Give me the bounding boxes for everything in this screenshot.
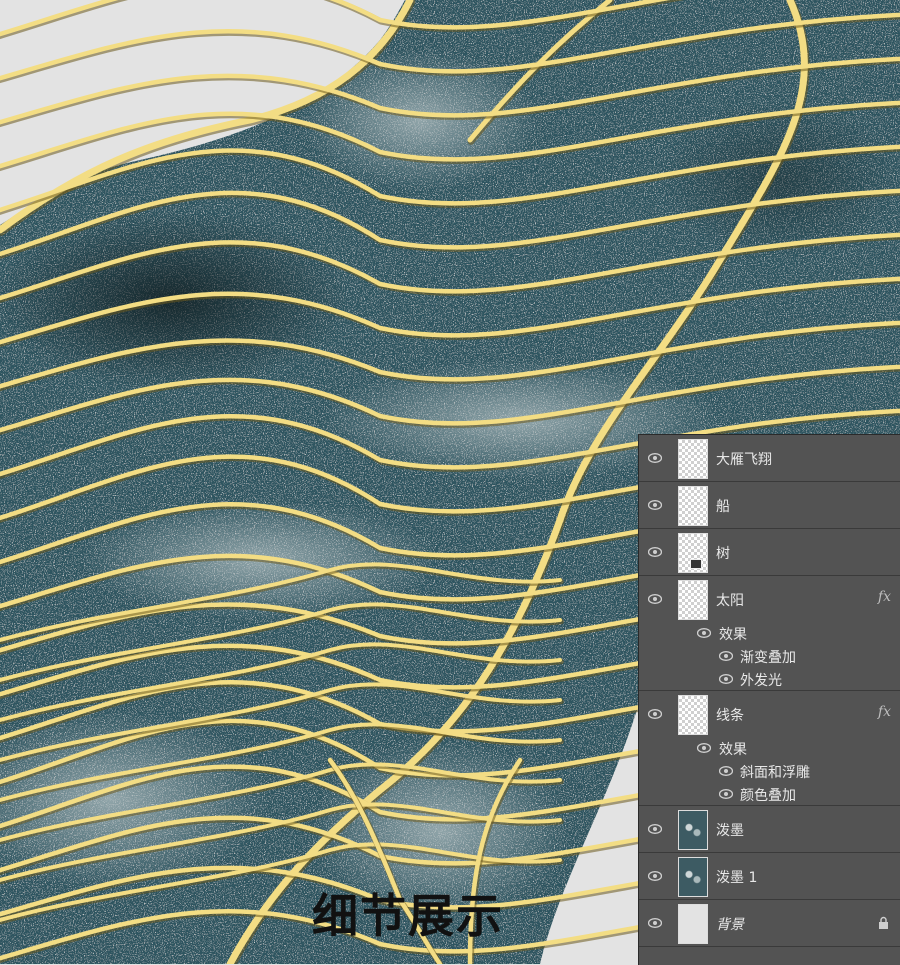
smart-object-icon bbox=[690, 559, 702, 569]
layer-name: 泼墨 bbox=[716, 823, 744, 839]
visibility-eye-icon[interactable] bbox=[648, 594, 662, 604]
layer-thumbnail bbox=[678, 580, 708, 620]
effect-bevel-emboss[interactable]: 斜面和浮雕 bbox=[740, 762, 810, 782]
layer-name: 大雁飞翔 bbox=[716, 452, 772, 468]
layer-thumbnail bbox=[678, 904, 708, 944]
layer-name: 船 bbox=[716, 499, 730, 515]
lock-icon[interactable] bbox=[878, 916, 889, 933]
layer-row-pomo-1[interactable]: 泼墨 1 bbox=[639, 853, 900, 900]
visibility-eye-icon[interactable] bbox=[648, 453, 662, 463]
layer-name: 线条 bbox=[716, 708, 744, 724]
layer-row-shu[interactable]: 树 bbox=[639, 529, 900, 576]
fx-icon[interactable]: fx bbox=[878, 589, 891, 605]
layer-name: 泼墨 1 bbox=[716, 870, 758, 886]
layer-thumbnail bbox=[678, 695, 708, 735]
layer-thumbnail bbox=[678, 486, 708, 526]
fx-icon[interactable]: fx bbox=[878, 704, 891, 720]
layer-name: 树 bbox=[716, 546, 730, 562]
visibility-eye-icon[interactable] bbox=[648, 871, 662, 881]
layer-row-dayan[interactable]: 大雁飞翔 bbox=[639, 435, 900, 482]
layer-name: 太阳 bbox=[716, 593, 744, 609]
layers-panel[interactable]: 大雁飞翔 船 树 太阳 fx 效果 渐变叠加 外发光 线条 fx 效果 斜面和浮… bbox=[638, 434, 900, 965]
effects-eye-icon[interactable] bbox=[697, 628, 711, 638]
visibility-eye-icon[interactable] bbox=[648, 824, 662, 834]
layer-name: 背景 bbox=[716, 917, 744, 933]
effect-eye-icon[interactable] bbox=[719, 789, 733, 799]
effect-color-overlay[interactable]: 颜色叠加 bbox=[740, 785, 796, 805]
layer-row-taiyang[interactable]: 太阳 fx 效果 渐变叠加 外发光 bbox=[639, 576, 900, 691]
effects-eye-icon[interactable] bbox=[697, 743, 711, 753]
layer-thumbnail bbox=[678, 857, 708, 897]
effect-gradient-overlay[interactable]: 渐变叠加 bbox=[740, 647, 796, 667]
effect-eye-icon[interactable] bbox=[719, 651, 733, 661]
detail-caption: 细节展示 bbox=[312, 889, 504, 943]
effect-eye-icon[interactable] bbox=[719, 766, 733, 776]
layer-thumbnail bbox=[678, 439, 708, 479]
visibility-eye-icon[interactable] bbox=[648, 547, 662, 557]
layer-row-chuan[interactable]: 船 bbox=[639, 482, 900, 529]
effects-label: 效果 bbox=[719, 627, 747, 643]
layer-row-background[interactable]: 背景 bbox=[639, 900, 900, 947]
visibility-eye-icon[interactable] bbox=[648, 500, 662, 510]
visibility-eye-icon[interactable] bbox=[648, 918, 662, 928]
layer-row-pomo[interactable]: 泼墨 bbox=[639, 806, 900, 853]
effects-label: 效果 bbox=[719, 742, 747, 758]
effect-eye-icon[interactable] bbox=[719, 674, 733, 684]
visibility-eye-icon[interactable] bbox=[648, 709, 662, 719]
effect-outer-glow[interactable]: 外发光 bbox=[740, 670, 782, 690]
layer-thumbnail bbox=[678, 810, 708, 850]
layer-row-xiantiao[interactable]: 线条 fx 效果 斜面和浮雕 颜色叠加 bbox=[639, 691, 900, 806]
